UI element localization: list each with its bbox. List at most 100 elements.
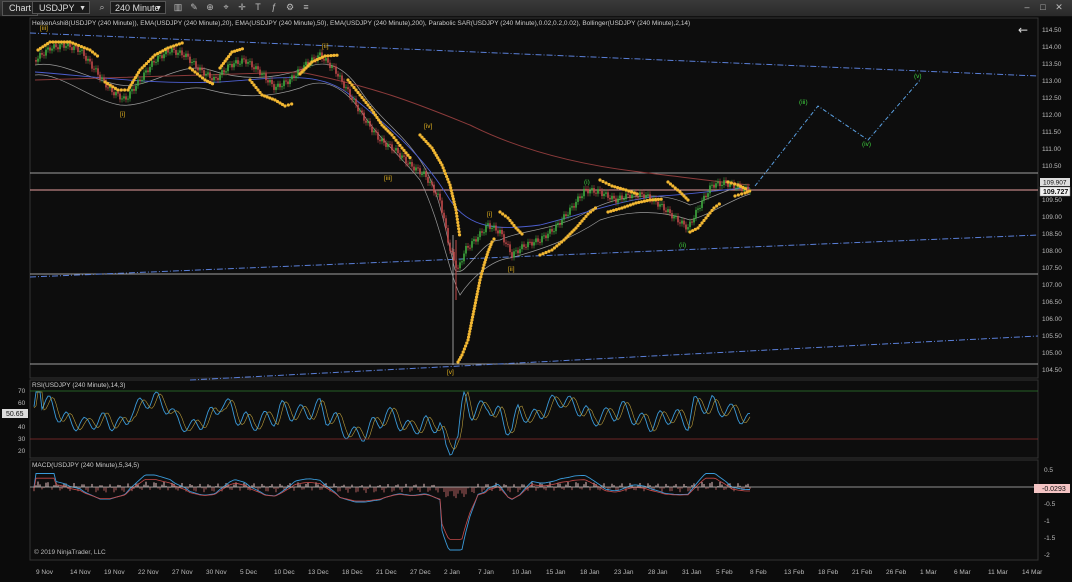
sar-dot [538,253,542,257]
candle-body [711,184,713,186]
candle-body [193,61,195,63]
candle-body [647,194,649,196]
wave-label-iv: [iv] [424,123,433,130]
price-panel[interactable] [29,17,1039,379]
candle-body [367,121,369,123]
sar-dot [180,41,184,45]
macd-histogram-bar [59,487,61,491]
candle-body [575,201,577,208]
candle-body [159,55,161,57]
sar-dot [609,209,613,213]
sar-dot [93,52,97,56]
price-axis: 114.50 114.00 113.50 113.00 112.50 112.00 111.… [1042,27,1062,374]
macd-histogram-bar [393,487,395,491]
macd-histogram-bar [719,482,721,488]
candle-body [53,44,55,49]
candle-body [485,225,487,233]
candle-body [401,155,403,158]
candle-body [705,195,707,198]
candle-body [99,74,101,80]
sar-dot [748,189,752,193]
macd-histogram-bar [105,487,107,493]
sar-dot [610,184,614,188]
macd-histogram-bar [661,487,663,492]
sar-dot [442,169,446,173]
macd-histogram-bar [375,487,377,492]
candle-body [507,243,509,245]
sar-dot [457,230,461,234]
candle-body [583,188,585,197]
chart-canvas[interactable]: HeikenAshi8(USDJPY (240 Minute)), EMA(US… [0,0,1072,582]
candle-body [291,75,293,80]
sar-dot [116,88,120,92]
macd-histogram-bar [481,487,483,492]
candle-body [123,96,125,99]
date-tick-label: 31 Jan [682,569,702,576]
candle-body [587,188,589,194]
candle-body [119,93,121,100]
candle-body [371,126,373,133]
macd-histogram-bar [213,487,215,492]
candle-body [143,72,145,80]
sar-dot [248,78,252,82]
candle-body [71,47,73,51]
back-arrow-icon[interactable]: ← [1018,23,1028,37]
candle-body [529,241,531,243]
date-tick-label: 14 Mar [1022,569,1043,576]
candle-body [697,208,699,210]
sar-dot [743,187,748,191]
sar-dot [656,197,661,201]
macd-histogram-bar [671,487,673,492]
macd-histogram-bar [453,487,455,497]
price-tick-label: 107.50 [1042,265,1062,272]
rsi-panel[interactable] [29,379,1039,459]
price-tick-label: 109.00 [1042,214,1062,221]
date-axis: 9 Nov 14 Nov 19 Nov 22 Nov 27 Nov 30 Nov 5 Dec… [36,569,1043,576]
candle-body [679,222,681,224]
sar-dot [474,298,478,302]
macd-histogram-bar [163,482,165,488]
candle-body [129,91,131,99]
candle-body [627,193,629,195]
candle-body [525,246,527,248]
candle-body [423,171,425,174]
candle-body [703,195,705,201]
sar-dot [256,88,260,92]
sar-dot [729,181,733,185]
sar-dot [326,54,330,58]
sar-dot [88,48,92,52]
candle-body [163,54,165,59]
candle-body [421,173,423,175]
sar-dot [454,211,459,215]
candle-body [453,252,455,261]
candle-body [479,231,481,238]
candle-body [201,67,203,71]
candle-body [387,143,389,147]
candle-body [383,138,385,143]
macd-histogram-bar [435,487,437,491]
macd-histogram-bar [265,487,267,492]
sar-dot [283,104,287,108]
sar-dot [481,266,485,270]
sar-dot [451,194,455,198]
candle-body [211,78,213,81]
candle-body [173,48,175,50]
candle-body [519,249,521,254]
candle-body [109,87,111,89]
sar-dot [360,95,364,100]
sar-dot [490,240,494,244]
sar-dot [635,192,639,196]
candle-body [411,162,413,167]
macd-panel[interactable] [29,459,1039,561]
price-tick-label: 108.50 [1042,231,1062,238]
sar-dot [613,185,617,189]
wave-label-small-i: (i) [584,179,590,186]
candle-body [241,58,243,64]
candle-body [393,150,395,152]
sar-dot [480,272,484,276]
price-tick-label: 111.50 [1042,129,1061,136]
candle-body [263,73,265,75]
sar-dot [453,205,457,209]
sar-dot [588,210,593,214]
sar-dot [632,191,637,195]
